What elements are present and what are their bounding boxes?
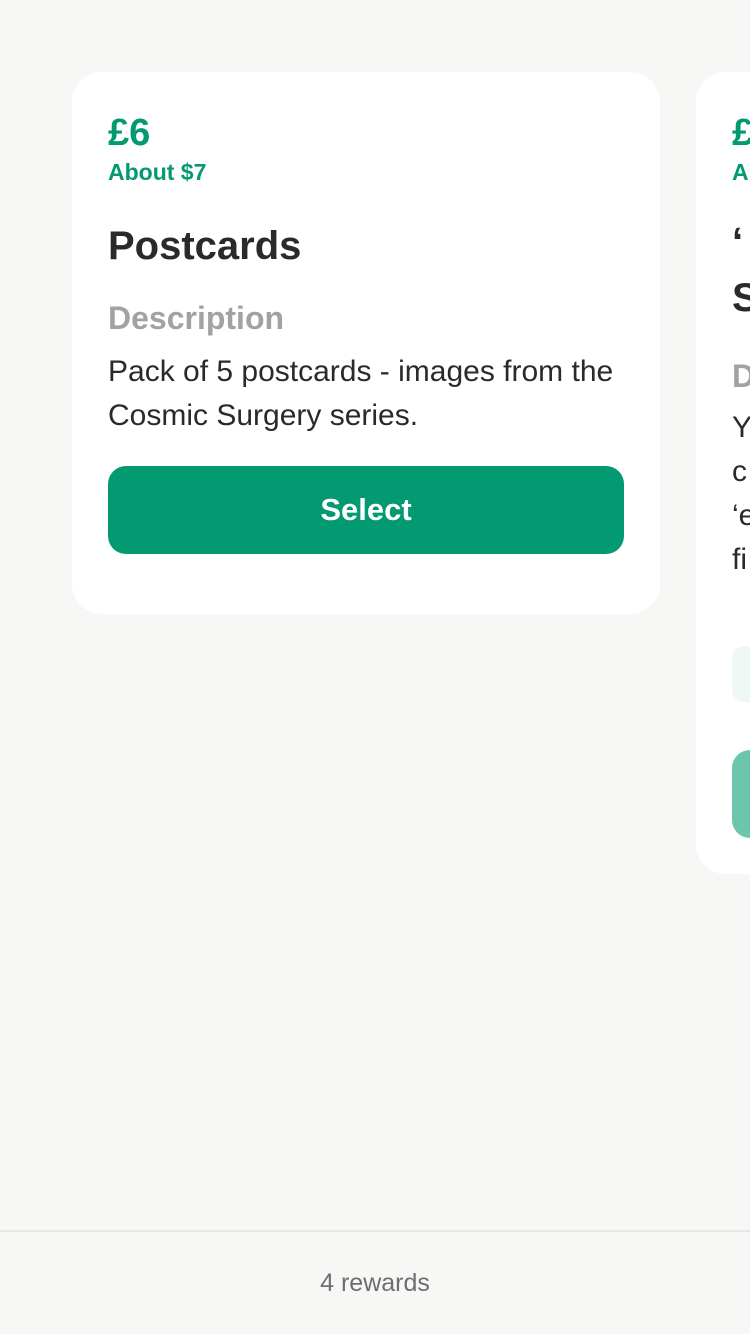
reward-title-line-2: S — [732, 276, 750, 320]
reward-description-line-1: Y — [732, 411, 750, 444]
reward-description: Pack of 5 postcards - images from the Co… — [108, 355, 614, 432]
reward-converted-price: About $7 — [108, 159, 207, 185]
reward-description-line-3: ‘e — [732, 499, 750, 532]
reward-title: Postcards — [108, 224, 302, 268]
select-reward-button[interactable]: Select — [108, 466, 624, 554]
reward-info-pill — [732, 646, 750, 702]
reward-title-line-1: ‘ — [732, 220, 744, 264]
description-label: D — [732, 358, 750, 394]
reward-card-postcards[interactable]: £6 About $7 Postcards Description Pack o… — [72, 72, 660, 614]
reward-description-line-4: fi — [732, 543, 747, 576]
reward-converted-price: A — [732, 159, 749, 185]
rewards-count: 4 rewards — [320, 1268, 430, 1297]
reward-description-line-2: c — [732, 455, 747, 488]
reward-price: £ — [732, 112, 750, 154]
rewards-carousel-screen: £6 About $7 Postcards Description Pack o… — [0, 0, 750, 1334]
select-reward-button[interactable] — [732, 750, 750, 838]
description-label: Description — [108, 300, 285, 336]
reward-card-next[interactable]: £ A ‘ S D Y c ‘e fi — [696, 72, 750, 874]
reward-price: £6 — [108, 112, 151, 154]
rewards-footer: 4 rewards — [0, 1230, 750, 1334]
